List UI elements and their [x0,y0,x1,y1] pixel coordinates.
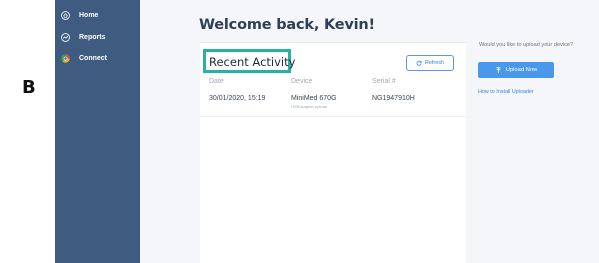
sidebar-item-home[interactable]: Home [55,5,140,25]
panel-label: B [22,77,36,98]
refresh-button[interactable]: Refresh [406,55,454,71]
sidebar-item-reports[interactable]: Reports [55,27,140,47]
upload-icon [496,66,501,73]
recent-activity-card [200,42,466,263]
row-device: MiniMed 670G [291,95,337,102]
connect-icon [61,53,70,63]
upload-now-button[interactable]: Upload Now [478,62,554,78]
upload-question: Would you like to upload your device? [479,42,574,48]
column-header-serial: Serial # [372,78,396,85]
refresh-icon [416,60,422,66]
row-serial: NG1947910H [372,95,415,102]
row-device-subtext: USB/adapter upload [291,104,328,109]
table-row-divider [200,116,466,117]
recent-activity-title: Recent Activity [209,55,296,69]
page-title: Welcome back, Kevin! [199,17,375,33]
reports-icon [61,32,70,42]
sidebar-item-connect[interactable]: Connect [55,48,140,68]
sidebar-item-label: Home [79,11,99,19]
install-uploader-link[interactable]: How to Install Uploader [478,89,534,95]
sidebar-item-label: Reports [79,33,106,41]
home-icon [61,10,70,20]
column-header-device: Device [291,78,313,85]
row-date: 30/01/2020, 15:19 [209,95,266,102]
column-header-date: Date [209,78,224,85]
sidebar-item-label: Connect [79,54,107,62]
refresh-label: Refresh [424,60,445,66]
sidebar: Home Reports Connect [55,0,140,263]
upload-now-label: Upload Now [505,67,538,73]
